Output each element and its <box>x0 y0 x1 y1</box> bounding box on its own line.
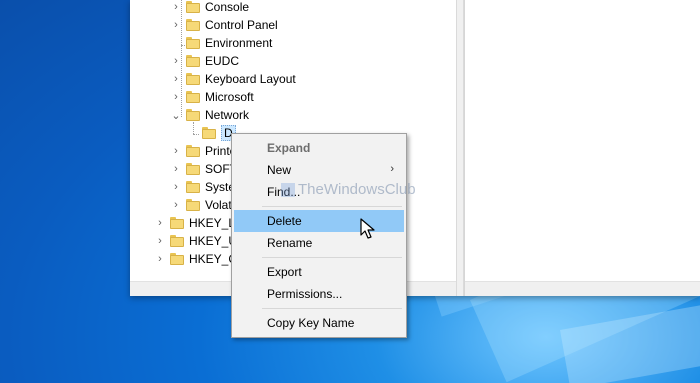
menu-item-label: New <box>267 163 292 177</box>
tree-node-system[interactable]: › Syste <box>170 178 235 196</box>
tree-node-label: Environment <box>205 36 273 50</box>
watermark-text: TheWindowsClub <box>298 181 416 198</box>
tree-node-keyboard-layout[interactable]: › Keyboard Layout <box>170 70 296 88</box>
mouse-pointer-icon <box>360 218 375 239</box>
chevron-right-icon[interactable]: › <box>170 142 182 160</box>
folder-icon <box>186 37 200 49</box>
tree-node-microsoft[interactable]: › Microsoft <box>170 88 254 106</box>
folder-icon <box>170 235 184 247</box>
folder-icon <box>186 19 200 31</box>
menu-item-new[interactable]: New › <box>234 159 404 181</box>
folder-icon <box>186 181 200 193</box>
tree-node-hkey-current-config[interactable]: › HKEY_C <box>154 250 237 268</box>
folder-icon <box>186 55 200 67</box>
values-pane <box>464 0 700 296</box>
menu-item-label: Permissions... <box>267 287 343 301</box>
submenu-arrow-icon: › <box>390 163 394 175</box>
menu-separator <box>262 257 402 258</box>
folder-icon <box>170 217 184 229</box>
pane-splitter[interactable] <box>456 0 464 296</box>
registry-editor-window: › Console › Control Panel Environment › … <box>130 0 700 296</box>
folder-icon <box>186 163 200 175</box>
tree-node-hkey-users[interactable]: › HKEY_U <box>154 232 237 250</box>
tree-node-label: Console <box>205 0 250 14</box>
tree-node-network[interactable]: ⌄ Network <box>170 106 249 124</box>
tree-node-software[interactable]: › SOFT <box>170 160 237 178</box>
menu-item-export[interactable]: Export <box>234 261 404 283</box>
tree-node-label: Volat <box>205 198 232 212</box>
chevron-right-icon[interactable]: › <box>170 70 182 88</box>
chevron-right-icon[interactable]: › <box>170 52 182 70</box>
chevron-right-icon[interactable]: › <box>170 178 182 196</box>
watermark: TheWindowsClub <box>281 181 416 198</box>
tree-node-control-panel[interactable]: › Control Panel <box>170 16 278 34</box>
chevron-right-icon[interactable]: › <box>170 196 182 214</box>
menu-item-label: Export <box>267 265 302 279</box>
menu-item-copy-key-name[interactable]: Copy Key Name <box>234 312 404 334</box>
context-menu: Expand New › Find... Delete Rename Expor… <box>231 133 407 338</box>
chevron-right-icon[interactable]: › <box>154 250 166 268</box>
menu-item-label: Rename <box>267 236 313 250</box>
tree-node-printers[interactable]: › Printe <box>170 142 236 160</box>
folder-icon <box>186 1 200 13</box>
folder-icon <box>186 73 200 85</box>
tree-node-label: Network <box>205 108 250 122</box>
menu-item-expand[interactable]: Expand <box>234 137 404 159</box>
tree-node-label: HKEY_U <box>189 234 238 248</box>
folder-icon <box>186 91 200 103</box>
folder-icon <box>202 127 216 139</box>
tree-node-label: Control Panel <box>205 18 278 32</box>
tree-node-label: Microsoft <box>205 90 254 104</box>
chevron-down-icon[interactable]: ⌄ <box>170 106 182 124</box>
chevron-right-icon[interactable]: › <box>170 160 182 178</box>
values-horizontal-scrollbar[interactable] <box>465 281 700 296</box>
tree-node-environment[interactable]: Environment <box>170 34 272 52</box>
folder-icon <box>186 145 200 157</box>
chevron-right-icon[interactable]: › <box>170 16 182 34</box>
menu-item-label: Delete <box>267 214 302 228</box>
tree-node-eudc[interactable]: › EUDC <box>170 52 239 70</box>
folder-icon <box>186 199 200 211</box>
menu-item-delete[interactable]: Delete <box>234 210 404 232</box>
menu-item-label: Copy Key Name <box>267 316 355 330</box>
tree-node-label: Keyboard Layout <box>205 72 296 86</box>
tree-node-volatile[interactable]: › Volat <box>170 196 232 214</box>
tree-node-label: EUDC <box>205 54 240 68</box>
folder-icon <box>170 253 184 265</box>
chevron-right-icon[interactable]: › <box>154 232 166 250</box>
watermark-logo-icon <box>281 182 295 197</box>
tree-node-label: HKEY_C <box>189 252 238 266</box>
menu-item-label: Expand <box>267 141 311 155</box>
chevron-right-icon[interactable]: › <box>170 0 182 16</box>
chevron-right-icon[interactable]: › <box>154 214 166 232</box>
menu-separator <box>262 308 402 309</box>
tree-node-console[interactable]: › Console <box>170 0 249 16</box>
menu-separator <box>262 206 402 207</box>
menu-item-rename[interactable]: Rename <box>234 232 404 254</box>
menu-item-permissions[interactable]: Permissions... <box>234 283 404 305</box>
chevron-right-icon[interactable]: › <box>170 88 182 106</box>
folder-icon <box>186 109 200 121</box>
tree-node-d-selected[interactable]: D <box>186 124 236 142</box>
